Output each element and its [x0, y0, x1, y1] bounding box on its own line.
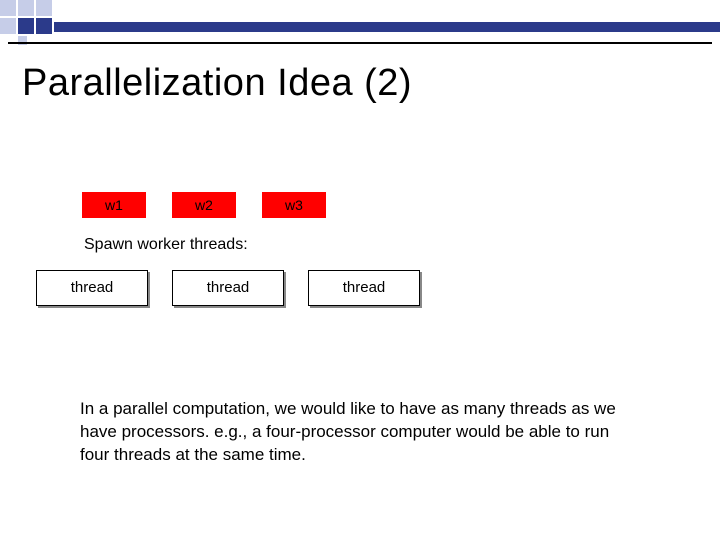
worker-box-w3: w3 [262, 192, 326, 218]
worker-box-w1: w1 [82, 192, 146, 218]
worker-box-w2: w2 [172, 192, 236, 218]
body-paragraph: In a parallel computation, we would like… [80, 398, 640, 467]
thread-box-2: thread [172, 270, 284, 306]
header-decoration [0, 0, 720, 42]
thread-row: thread thread thread [36, 270, 436, 306]
thread-box-1: thread [36, 270, 148, 306]
header-rule [8, 42, 712, 44]
worker-row: w1 w2 w3 [82, 192, 436, 218]
spawn-label: Spawn worker threads: [84, 236, 436, 254]
diagram: w1 w2 w3 Spawn worker threads: thread th… [36, 192, 436, 306]
slide: Parallelization Idea (2) w1 w2 w3 Spawn … [0, 0, 720, 540]
slide-title: Parallelization Idea (2) [22, 62, 412, 105]
thread-box-3: thread [308, 270, 420, 306]
